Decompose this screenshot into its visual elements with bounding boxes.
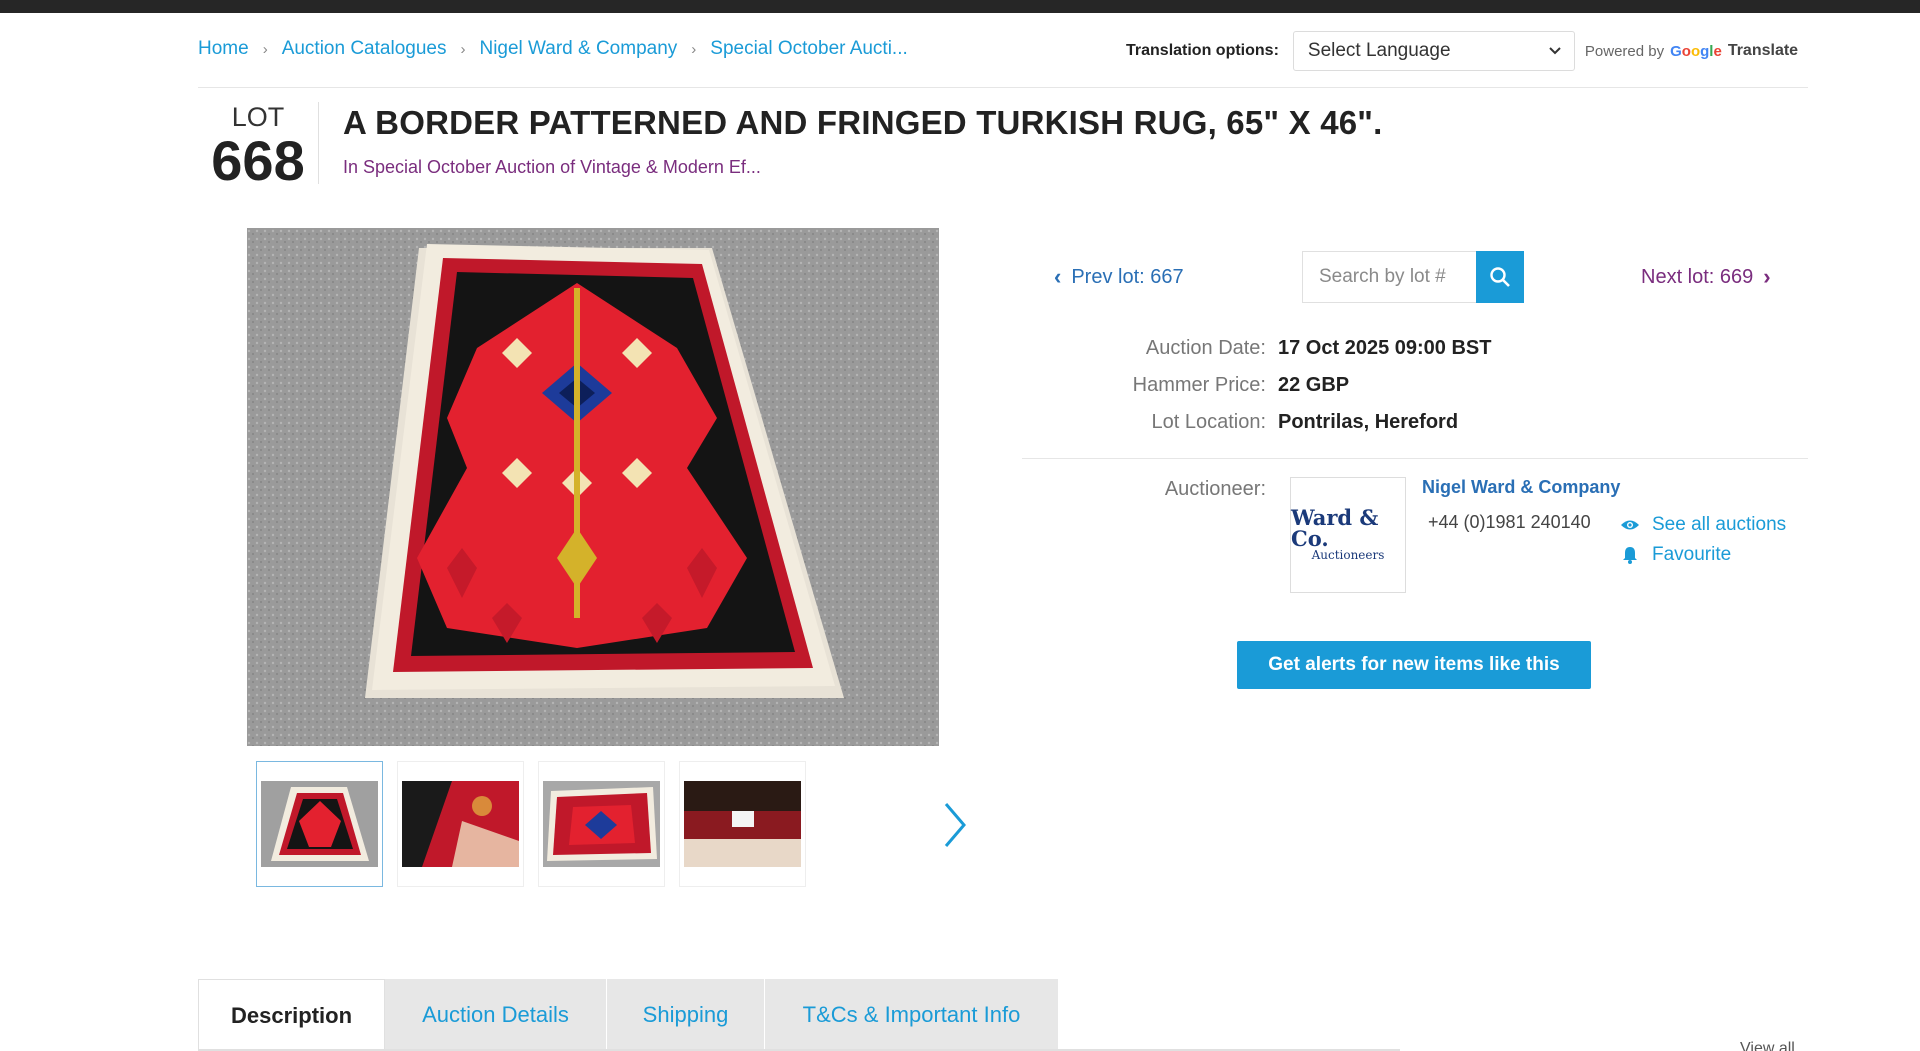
tab-bar: Description Auction Details Shipping T&C… <box>198 979 1059 1051</box>
lot-search-input[interactable] <box>1302 251 1476 303</box>
lot-number-box: LOT 668 <box>198 104 318 189</box>
auction-date-value: 17 Oct 2025 09:00 BST <box>1278 337 1492 359</box>
tab-tcs-important-info[interactable]: T&Cs & Important Info <box>765 979 1059 1051</box>
main-lot-image[interactable] <box>247 228 939 746</box>
favourite-link[interactable]: Favourite <box>1620 540 1786 570</box>
top-bar <box>0 0 1920 13</box>
translate-label: Translate <box>1727 42 1799 59</box>
auction-date-row: Auction Date: 17 Oct 2025 09:00 BST <box>1022 330 1492 367</box>
auctioneer-links: See all auctions Favourite <box>1620 510 1786 570</box>
breadcrumb-home[interactable]: Home <box>198 38 249 60</box>
divider <box>318 102 319 184</box>
lot-number: 668 <box>211 129 305 192</box>
search-button[interactable] <box>1476 251 1524 303</box>
breadcrumb: Home › Auction Catalogues › Nigel Ward &… <box>198 38 908 60</box>
chevron-left-icon: ‹ <box>1054 264 1062 289</box>
language-select-value: Select Language <box>1307 40 1451 61</box>
logo-line-1: Ward & Co. <box>1291 505 1379 552</box>
thumbnail-strip <box>256 761 820 887</box>
google-logo[interactable]: Google <box>1670 43 1722 60</box>
view-all-link[interactable]: View all <box>1740 1040 1795 1051</box>
tab-shipping[interactable]: Shipping <box>607 979 765 1051</box>
lot-label: LOT <box>231 102 285 132</box>
hammer-price-value: 22 GBP <box>1278 374 1350 396</box>
breadcrumb-auction-catalogues[interactable]: Auction Catalogues <box>282 38 447 60</box>
auctioneer-logo[interactable]: Ward & Co. Auctioneers <box>1290 477 1406 593</box>
next-image-arrow-icon[interactable] <box>940 800 970 850</box>
breadcrumb-auctioneer[interactable]: Nigel Ward & Company <box>479 38 677 60</box>
thumbnail-3[interactable] <box>538 761 665 887</box>
auction-link[interactable]: In Special October Auction of Vintage & … <box>343 157 761 178</box>
chevron-down-icon <box>1549 47 1561 55</box>
auctioneer-phone: +44 (0)1981 240140 <box>1428 512 1591 532</box>
favourite-label: Favourite <box>1652 544 1732 565</box>
tab-auction-details[interactable]: Auction Details <box>385 979 607 1051</box>
divider <box>198 87 1808 88</box>
chevron-right-icon: › <box>691 40 697 58</box>
lot-title: A BORDER PATTERNED AND FRINGED TURKISH R… <box>343 104 1383 141</box>
thumbnail-2[interactable] <box>397 761 524 887</box>
next-lot-link[interactable]: Next lot: 669 › <box>1641 264 1771 290</box>
hammer-price-row: Hammer Price: 22 GBP <box>1022 367 1491 404</box>
chevron-right-icon: › <box>460 40 466 58</box>
prev-lot-link[interactable]: ‹ Prev lot: 667 <box>1054 264 1184 290</box>
auctioneer-name-link[interactable]: Nigel Ward & Company <box>1422 477 1620 498</box>
powered-by-google: Powered by Google Translate <box>1585 42 1798 60</box>
chevron-right-icon: › <box>262 40 268 58</box>
hammer-price-label: Hammer Price: <box>1132 374 1266 396</box>
lot-location-row: Lot Location: Pontrilas, Hereford <box>1022 404 1491 441</box>
auctioneer-label: Auctioneer: <box>1164 478 1266 500</box>
breadcrumb-auction[interactable]: Special October Aucti... <box>710 38 908 60</box>
eye-icon <box>1620 518 1640 532</box>
search-icon <box>1490 267 1510 287</box>
powered-by-label: Powered by <box>1584 42 1665 60</box>
lot-location-value: Pontrilas, Hereford <box>1278 411 1459 433</box>
thumbnail-4[interactable] <box>679 761 806 887</box>
bell-icon <box>1620 546 1640 564</box>
see-all-auctions-label: See all auctions <box>1652 514 1787 535</box>
lot-location-label: Lot Location: <box>1151 411 1266 433</box>
divider <box>1022 458 1808 459</box>
translation-label: Translation options: <box>1126 42 1279 59</box>
tab-description[interactable]: Description <box>198 979 385 1051</box>
lot-search <box>1302 251 1524 303</box>
thumbnail-1[interactable] <box>256 761 383 887</box>
auction-date-label: Auction Date: <box>1145 337 1266 359</box>
see-all-auctions-link[interactable]: See all auctions <box>1620 510 1786 540</box>
prev-lot-label: Prev lot: 667 <box>1071 265 1184 288</box>
logo-line-2: Auctioneers <box>1311 548 1385 563</box>
language-select[interactable]: Select Language <box>1292 31 1575 71</box>
chevron-right-icon: › <box>1763 264 1771 289</box>
lot-details: Auction Date: 17 Oct 2025 09:00 BST Hamm… <box>1022 330 1492 441</box>
translation-options: Translation options: Select Language Pow… <box>1126 31 1798 71</box>
next-lot-label: Next lot: 669 <box>1641 265 1754 288</box>
get-alerts-button[interactable]: Get alerts for new items like this <box>1237 641 1591 689</box>
